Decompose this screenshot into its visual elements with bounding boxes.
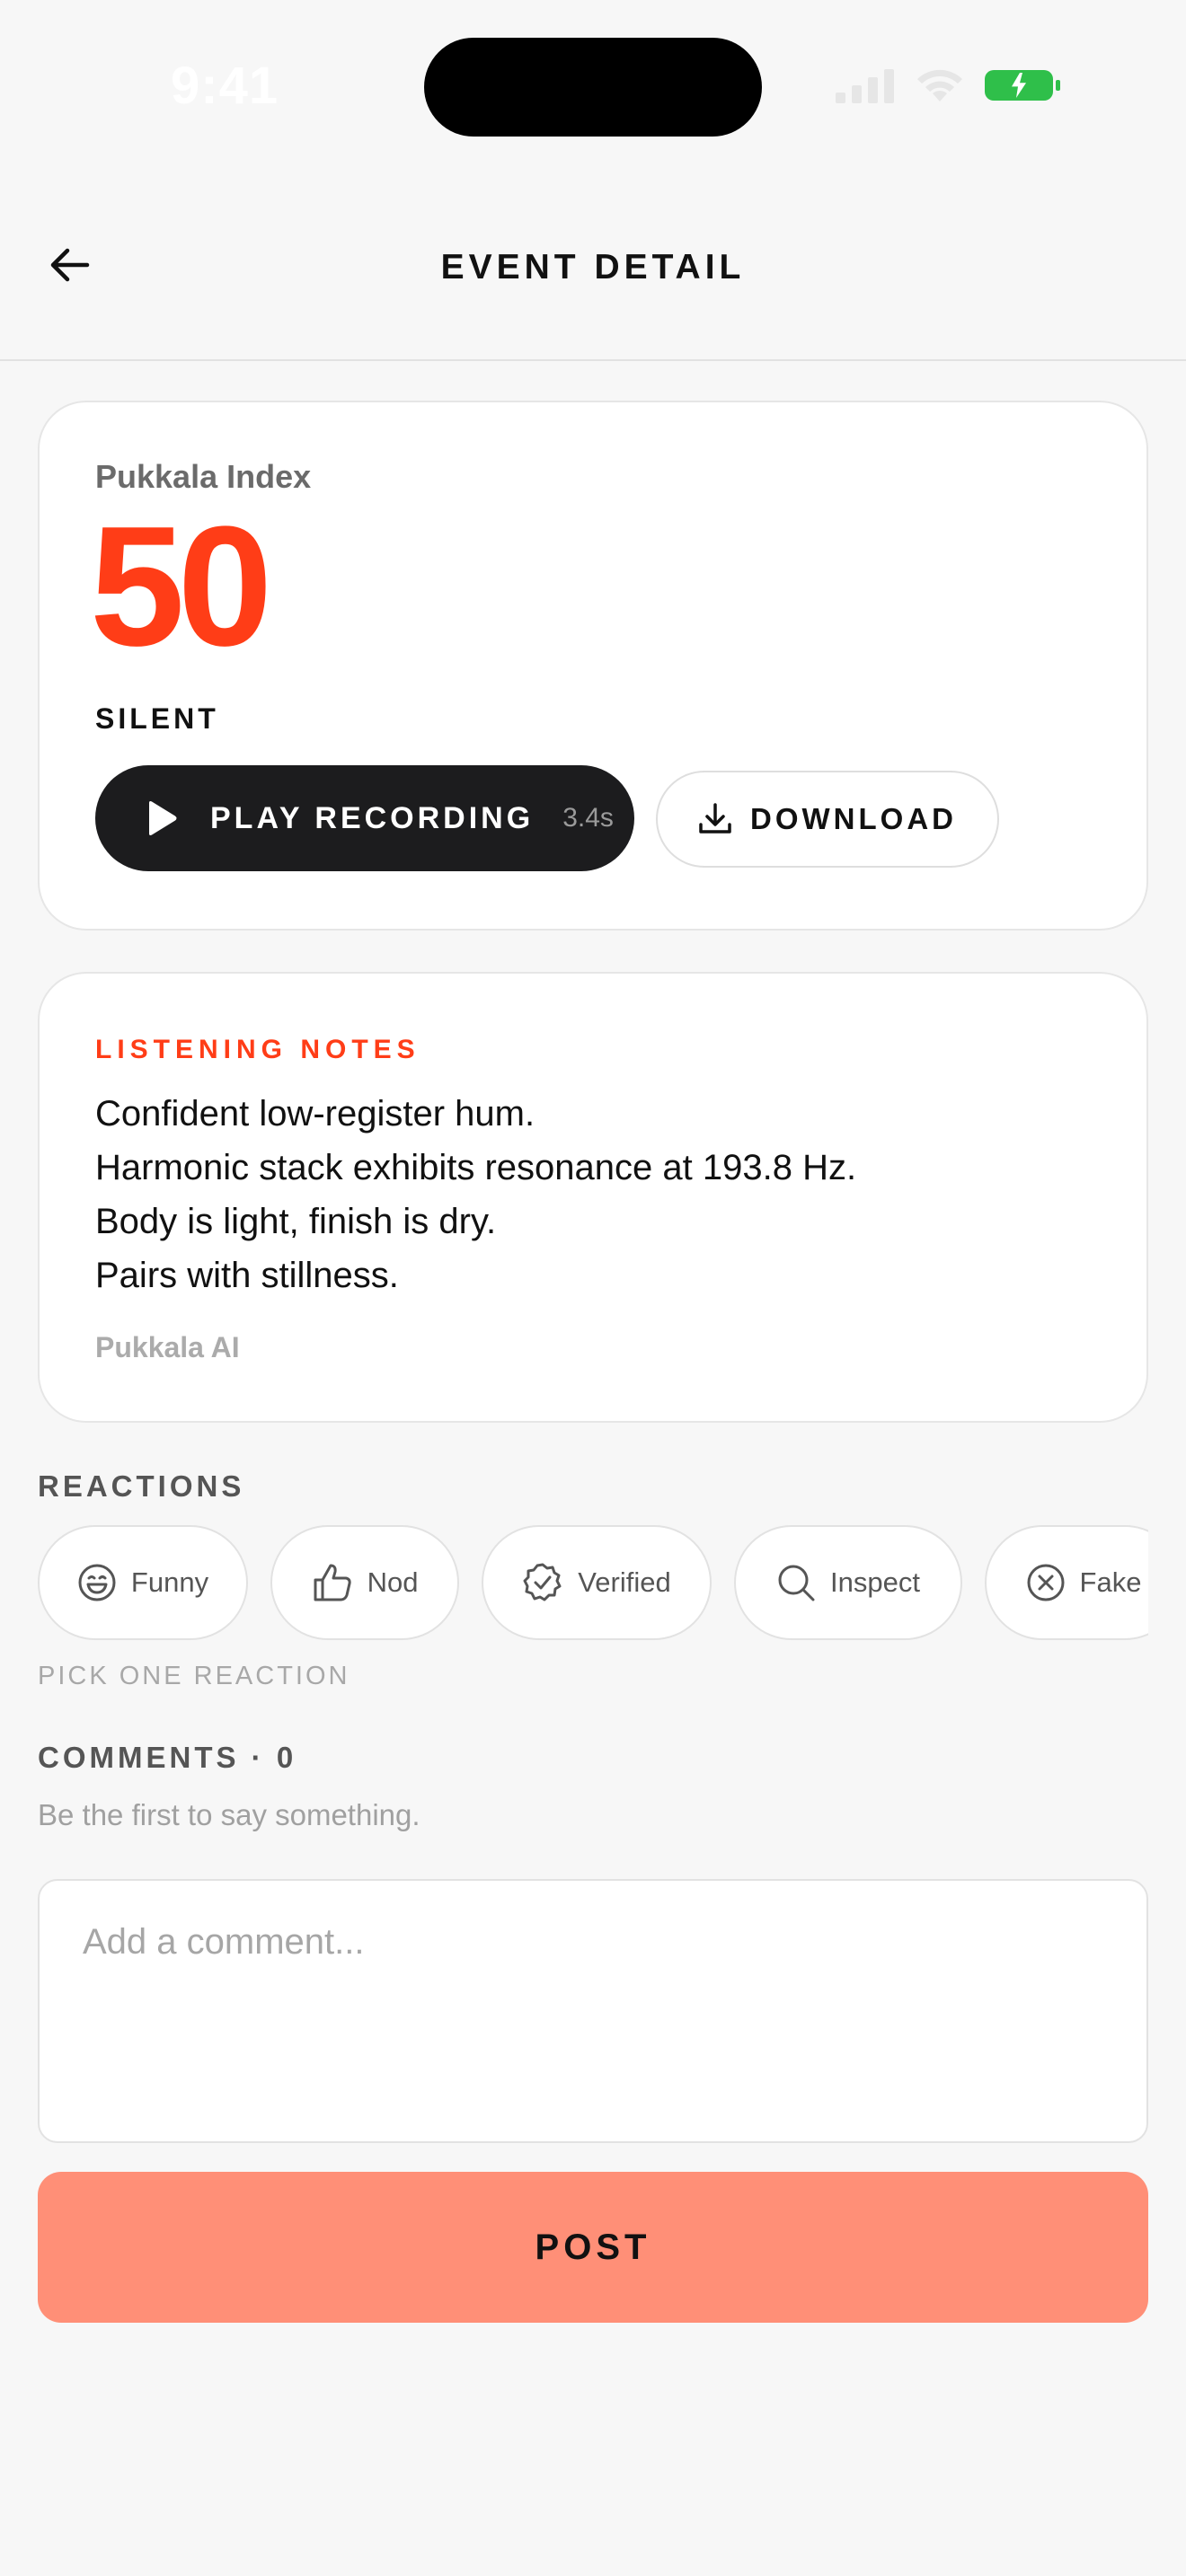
reaction-funny-button[interactable]: Funny: [38, 1525, 248, 1640]
reaction-nod-button[interactable]: Nod: [270, 1525, 459, 1640]
reaction-inspect-button[interactable]: Inspect: [734, 1525, 962, 1640]
reaction-chips: Funny Nod Verified Inspect Fake: [38, 1523, 1148, 1642]
comment-input[interactable]: [38, 1879, 1148, 2143]
post-button[interactable]: POST: [38, 2172, 1148, 2323]
thumbs-up-icon: [314, 1564, 351, 1601]
reaction-verified-button[interactable]: Verified: [482, 1525, 712, 1640]
comments-label: COMMENTS · 0: [38, 1741, 297, 1774]
battery-charging-icon: [985, 70, 1060, 101]
reaction-label: Inspect: [830, 1566, 920, 1598]
reaction-hint: PICK ONE REACTION: [38, 1662, 350, 1690]
dynamic-island: [424, 38, 762, 137]
notes-line: Body is light, finish is dry.: [95, 1202, 497, 1241]
download-icon: [699, 803, 731, 834]
play-recording-label: PLAY RECORDING: [210, 800, 535, 835]
notes-author: Pukkala AI: [95, 1331, 240, 1363]
laughing-face-icon: [78, 1564, 116, 1601]
verified-badge-icon: [523, 1563, 562, 1601]
reaction-label: Fake: [1079, 1566, 1142, 1598]
status-time: 9:41: [171, 57, 279, 115]
reactions-label: REACTIONS: [38, 1469, 245, 1503]
notes-heading: LISTENING NOTES: [95, 1035, 420, 1064]
reaction-label: Verified: [578, 1566, 671, 1598]
page-title: EVENT DETAIL: [440, 248, 746, 287]
listening-notes-card: LISTENING NOTES Confident low-register h…: [38, 972, 1148, 1423]
index-value: 50: [90, 491, 272, 682]
download-label: DOWNLOAD: [750, 802, 957, 835]
signal-icon: [836, 69, 894, 103]
state-label: SILENT: [95, 702, 219, 735]
x-circle-icon: [1027, 1564, 1065, 1601]
status-bar: 9:41: [0, 0, 1186, 171]
download-button[interactable]: DOWNLOAD: [656, 771, 999, 868]
index-card: Pukkala Index 50 SILENT PLAY RECORDING 3…: [38, 401, 1148, 931]
notes-line: Confident low-register hum.: [95, 1094, 535, 1134]
notes-line: Pairs with stillness.: [95, 1256, 399, 1295]
nav-header: EVENT DETAIL: [0, 171, 1186, 361]
play-icon: [149, 801, 177, 835]
empty-comments-text: Be the first to say something.: [38, 1798, 420, 1831]
recording-duration: 3.4s: [562, 803, 614, 833]
notes-line: Harmonic stack exhibits resonance at 193…: [95, 1148, 857, 1187]
reaction-label: Funny: [130, 1566, 209, 1598]
play-recording-button[interactable]: PLAY RECORDING 3.4s: [95, 765, 634, 871]
status-icons: [836, 63, 1060, 108]
magnifier-icon: [778, 1565, 815, 1601]
notes-body: Confident low-register hum. Harmonic sta…: [95, 1087, 856, 1302]
reaction-fake-button[interactable]: Fake: [985, 1525, 1148, 1640]
post-label: POST: [535, 2227, 651, 2267]
reaction-label: Nod: [367, 1566, 419, 1598]
wifi-icon: [917, 69, 962, 101]
index-label: Pukkala Index: [95, 458, 312, 495]
